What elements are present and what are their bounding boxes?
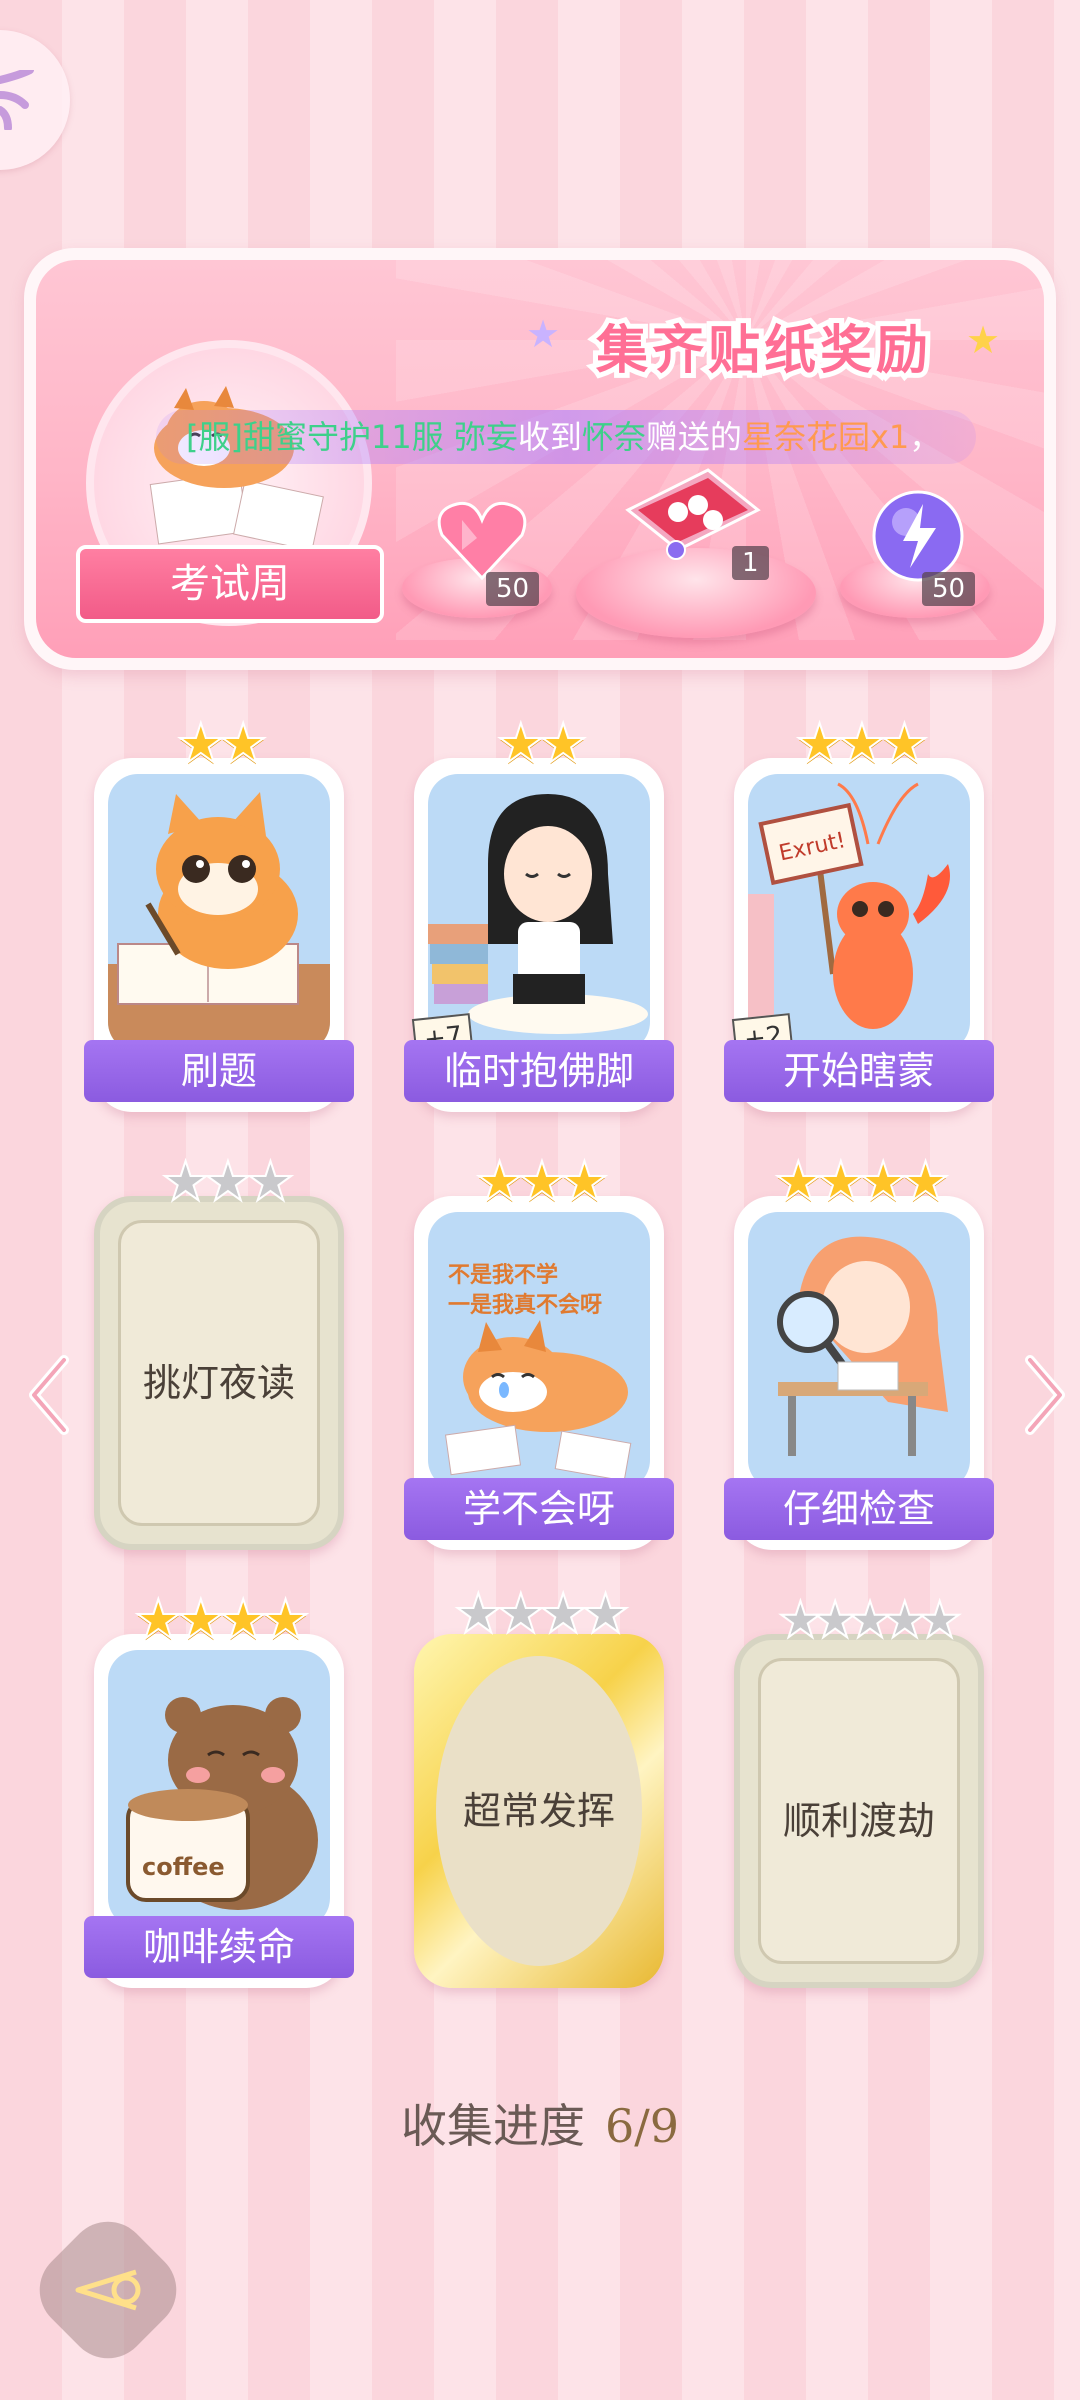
reward-count: 50 <box>922 572 976 606</box>
star-decoration-icon: ★ <box>526 312 561 356</box>
sticker-image <box>108 774 330 1052</box>
shiba-crying-icon: 不是我不学 一是我真不会呀 <box>444 1262 632 1482</box>
star-rating: ★★ <box>496 712 589 775</box>
marquee-text: 收到 <box>517 418 582 456</box>
sticker-card-locked[interactable]: ★★★ 挑灯夜读 <box>94 1151 344 1550</box>
purple-lightning-orb-icon <box>872 490 964 582</box>
album-name-ribbon: 考试周 <box>76 545 384 623</box>
sticker-image <box>748 1212 970 1490</box>
sticker-label: 刷题 <box>84 1040 354 1102</box>
shrimp-with-sign-icon: Exrut! <box>748 782 950 1034</box>
star-rating: ★★★ <box>160 1150 295 1213</box>
sticker-label: 挑灯夜读 <box>142 1361 295 1405</box>
sticker-label: 咖啡续命 <box>84 1916 354 1978</box>
star-rating: ★★★★ <box>133 1588 311 1651</box>
sticker-card[interactable]: ★★★★ 仔细检查 <box>724 1151 994 1550</box>
sticker-reward-banner: ★ ★ 集齐贴纸奖励 考试周 [服]甜蜜守护11服 弥妄收到怀奈赠送的星奈花园x… <box>24 248 1056 670</box>
sticker-card-locked-gold[interactable]: ★★★★ 超常发挥 <box>414 1583 664 1988</box>
star-rating: ★★★★ <box>773 1150 951 1213</box>
sticker-image: Exrut! <box>748 774 970 1052</box>
chevron-right-icon[interactable] <box>1020 1350 1070 1440</box>
reward-count: 1 <box>732 546 769 580</box>
cup-text: coffee <box>142 1853 225 1881</box>
menu-button[interactable] <box>0 30 70 170</box>
sticker-card[interactable]: ★★★ Exrut! +2 开始瞎蒙 <box>724 713 994 1112</box>
sticker-label: 开始瞎蒙 <box>724 1040 994 1102</box>
star-rating: ★★ <box>176 712 269 775</box>
art-caption: 不是我不学 <box>448 1262 558 1288</box>
girl-magnifier-icon <box>777 1236 948 1456</box>
star-rating: ★★★ <box>794 712 929 775</box>
bear-with-coffee-icon: coffee <box>126 1697 318 1910</box>
menu-icon <box>0 70 34 130</box>
sticker-card[interactable]: ★★ +7 临时抱佛脚 <box>404 713 674 1112</box>
collection-progress: 收集进度 6/9 <box>0 2090 1080 2156</box>
star-rating: ★★★★★ <box>777 1590 963 1650</box>
star-decoration-icon: ★ <box>966 318 1001 362</box>
sticker-label: 学不会呀 <box>404 1478 674 1540</box>
marquee-text: ， <box>909 418 942 456</box>
sticker-label: 超常发挥 <box>462 1789 615 1833</box>
sticker-card-locked[interactable]: ★★★★★ 顺利渡劫 <box>734 1590 984 1988</box>
back-arrow-icon <box>75 2269 141 2311</box>
sticker-image: coffee <box>108 1650 330 1928</box>
star-rating: ★★★★ <box>453 1582 631 1645</box>
sticker-card[interactable]: ★★★ 不是我不学 一是我真不会呀 学不会呀 <box>404 1151 674 1550</box>
marquee-server: [服]甜蜜守护11服 <box>186 418 454 456</box>
marquee-sender: 弥妄 <box>453 418 518 456</box>
reward-count: 50 <box>486 572 540 606</box>
orange-cat-studying-icon <box>108 792 330 1052</box>
progress-label: 收集进度 <box>400 2099 585 2153</box>
banner-title: 集齐贴纸奖励 <box>591 315 933 386</box>
sticker-label: 顺利渡劫 <box>782 1799 935 1843</box>
star-rating: ★★★ <box>474 1150 609 1213</box>
chevron-left-icon[interactable] <box>24 1350 74 1440</box>
sticker-image: 不是我不学 一是我真不会呀 <box>428 1212 650 1490</box>
art-caption: 一是我真不会呀 <box>448 1292 602 1318</box>
progress-value: 6/9 <box>604 2099 680 2153</box>
girl-reading-icon <box>428 794 648 1034</box>
sticker-image <box>428 774 650 1052</box>
sticker-label: 仔细检查 <box>724 1478 994 1540</box>
banner-background: ★ ★ 集齐贴纸奖励 考试周 [服]甜蜜守护11服 弥妄收到怀奈赠送的星奈花园x… <box>36 260 1044 658</box>
sticker-card[interactable]: ★★ 刷题 <box>84 713 354 1112</box>
sticker-label: 临时抱佛脚 <box>404 1040 674 1102</box>
sticker-card[interactable]: ★★★★ coffee 咖啡续命 <box>84 1589 354 1988</box>
broadcast-marquee: [服]甜蜜守护11服 弥妄收到怀奈赠送的星奈花园x1， <box>156 410 976 464</box>
